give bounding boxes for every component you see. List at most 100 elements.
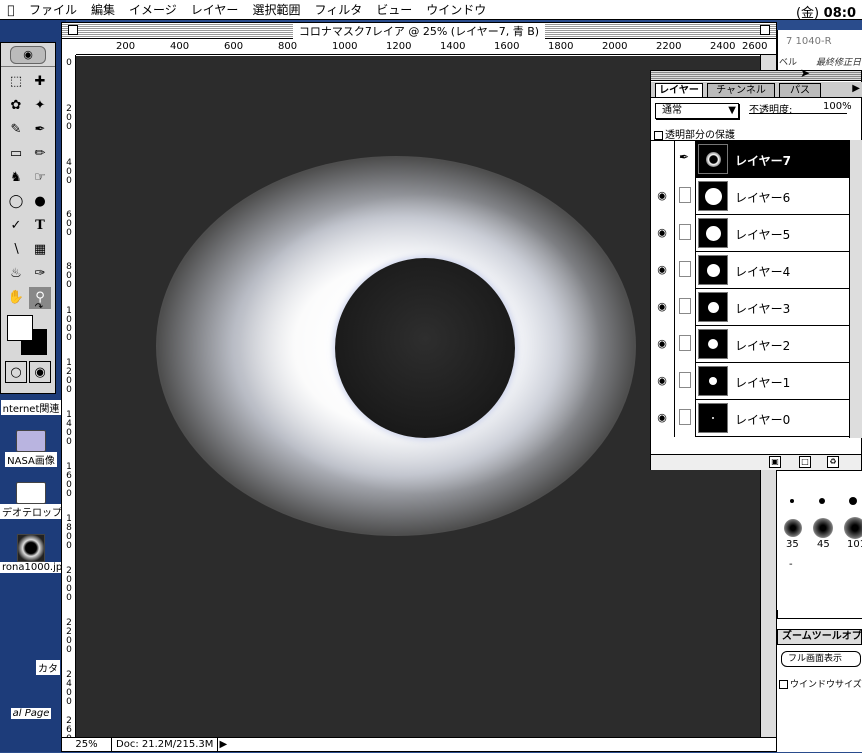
pencil-tool-icon[interactable]: ✏ bbox=[29, 143, 51, 165]
layer-row[interactable]: ◉ レイヤー2 bbox=[651, 326, 849, 363]
desktop-icon-internet[interactable]: nternet関連 bbox=[0, 400, 62, 418]
eye-icon[interactable]: ◉ bbox=[655, 374, 669, 387]
trash-icon[interactable]: ♻ bbox=[827, 456, 839, 468]
zoom-box-icon[interactable] bbox=[760, 25, 770, 35]
toolbox-header[interactable]: ◉ bbox=[1, 43, 55, 67]
smudge-tool-icon[interactable]: ☞ bbox=[29, 167, 51, 189]
brush-soft-45[interactable] bbox=[813, 518, 833, 538]
zoom-options-tab[interactable]: ズームツールオプ bbox=[777, 629, 862, 645]
layer-visibility-cell[interactable]: ◉ bbox=[651, 178, 675, 215]
resize-windows-checkbox[interactable]: ウインドウサイズ bbox=[779, 677, 862, 690]
menu-view[interactable]: ビュー bbox=[369, 1, 419, 18]
hand-tool-icon[interactable]: ✋ bbox=[5, 287, 27, 309]
eye-icon[interactable]: ◉ bbox=[655, 263, 669, 276]
eye-icon[interactable]: ◉ bbox=[655, 411, 669, 424]
standard-mode-icon[interactable]: ○ bbox=[5, 361, 27, 383]
brush-soft-35[interactable] bbox=[784, 519, 802, 537]
menu-edit[interactable]: 編集 bbox=[84, 1, 122, 18]
stamp-tool-icon[interactable]: ♞ bbox=[5, 167, 27, 189]
eye-icon[interactable]: ◉ bbox=[655, 152, 669, 165]
brush-small[interactable] bbox=[819, 498, 825, 504]
swap-colors-icon[interactable]: ↷ bbox=[31, 301, 47, 315]
new-layer-icon[interactable]: □ bbox=[799, 456, 811, 468]
gradient-tool-icon[interactable]: ▦ bbox=[29, 239, 51, 261]
close-box-icon[interactable] bbox=[68, 25, 78, 35]
type-tool-icon[interactable]: T bbox=[29, 215, 51, 237]
layer-row[interactable]: ◉ レイヤー4 bbox=[651, 252, 849, 289]
layer-row[interactable]: ◉ ✒ レイヤー7 bbox=[651, 141, 849, 178]
tab-channels[interactable]: チャンネル bbox=[707, 83, 775, 97]
pen-tool-icon[interactable]: ✓ bbox=[5, 215, 27, 237]
foreground-color-swatch[interactable] bbox=[7, 315, 33, 341]
layers-scrollbar[interactable] bbox=[849, 140, 862, 438]
layer-edit-cell[interactable] bbox=[675, 363, 696, 400]
blur-tool-icon[interactable]: ◯ bbox=[5, 191, 27, 213]
layer-visibility-cell[interactable]: ◉ bbox=[651, 363, 675, 400]
layer-visibility-cell[interactable]: ◉ bbox=[651, 326, 675, 363]
zoom-level[interactable]: 25% bbox=[62, 738, 112, 751]
layer-visibility-cell[interactable]: ◉ bbox=[651, 289, 675, 326]
paint-bucket-tool-icon[interactable]: ♨ bbox=[5, 263, 27, 285]
layer-row[interactable]: ◉ レイヤー0 bbox=[651, 400, 849, 437]
eye-icon[interactable]: ◉ bbox=[655, 300, 669, 313]
layer-visibility-cell[interactable]: ◉ bbox=[651, 215, 675, 252]
menu-window[interactable]: ウインドウ bbox=[419, 1, 493, 18]
layer-visibility-cell[interactable]: ◉ bbox=[651, 252, 675, 289]
eyedropper-tool-icon[interactable]: ✑ bbox=[29, 263, 51, 285]
menu-select[interactable]: 選択範囲 bbox=[245, 1, 307, 18]
airbrush-tool-icon[interactable]: ✎ bbox=[5, 119, 27, 141]
document-title-bar[interactable]: コロナマスク7レイア @ 25% (レイヤー7, 青 B) bbox=[62, 22, 776, 39]
desktop-icon-video[interactable]: デオテロップ bbox=[0, 482, 62, 522]
layer-visibility-cell[interactable]: ◉ bbox=[651, 400, 675, 437]
layer-visibility-cell[interactable]: ◉ bbox=[651, 141, 675, 178]
eye-icon[interactable]: ◉ bbox=[655, 337, 669, 350]
full-screen-button[interactable]: フル画面表示 bbox=[781, 651, 861, 667]
line-tool-icon[interactable]: ∖ bbox=[5, 239, 27, 261]
layer-edit-cell[interactable]: ✒ bbox=[675, 141, 696, 178]
tab-layers[interactable]: レイヤー bbox=[655, 83, 703, 97]
layer-edit-cell[interactable] bbox=[675, 215, 696, 252]
menu-filter[interactable]: フィルタ bbox=[307, 1, 369, 18]
checkbox-icon[interactable] bbox=[779, 680, 788, 689]
desktop-icon-page[interactable]: al Page bbox=[0, 708, 62, 722]
layer-row[interactable]: ◉ レイヤー5 bbox=[651, 215, 849, 252]
tab-paths[interactable]: パス bbox=[779, 83, 821, 97]
menu-clock[interactable]: (金) 08:0 bbox=[796, 2, 856, 21]
menu-file[interactable]: ファイル bbox=[22, 1, 84, 18]
quick-mask-mode-icon[interactable]: ◉ bbox=[29, 361, 51, 383]
desktop-icon-kata[interactable]: カタ bbox=[34, 660, 62, 678]
screen-mode-standard-icon[interactable] bbox=[3, 385, 19, 393]
menu-image[interactable]: イメージ bbox=[122, 1, 184, 18]
paintbrush-tool-icon[interactable]: ✒ bbox=[29, 119, 51, 141]
brush-small[interactable] bbox=[790, 499, 794, 503]
layer-row[interactable]: ◉ レイヤー1 bbox=[651, 363, 849, 400]
desktop-icon-corona-jpg[interactable]: rona1000.jpg bbox=[0, 534, 62, 576]
marquee-tool-icon[interactable]: ⬚ bbox=[5, 71, 27, 93]
dodge-tool-icon[interactable]: ● bbox=[29, 191, 51, 213]
brush-soft-101[interactable] bbox=[844, 517, 862, 539]
magic-wand-tool-icon[interactable]: ✦ bbox=[29, 95, 51, 117]
layer-mask-icon[interactable]: ▣ bbox=[769, 456, 781, 468]
opacity-slider[interactable] bbox=[749, 113, 847, 119]
blend-mode-select[interactable]: 通常 ▼ bbox=[655, 103, 739, 119]
layer-row[interactable]: ◉ レイヤー6 bbox=[651, 178, 849, 215]
brush-small[interactable] bbox=[849, 497, 857, 505]
checkbox-icon[interactable] bbox=[654, 130, 663, 140]
layer-edit-cell[interactable] bbox=[675, 326, 696, 363]
layer-edit-cell[interactable] bbox=[675, 178, 696, 215]
doc-size-info[interactable]: Doc: 21.2M/215.3M bbox=[112, 738, 219, 751]
layer-edit-cell[interactable] bbox=[675, 252, 696, 289]
layer-edit-cell[interactable] bbox=[675, 400, 696, 437]
layer-row[interactable]: ◉ レイヤー3 bbox=[651, 289, 849, 326]
menu-layer[interactable]: レイヤー bbox=[184, 1, 246, 18]
lasso-tool-icon[interactable]: ✿ bbox=[5, 95, 27, 117]
apple-menu-icon[interactable]:  bbox=[0, 3, 22, 17]
opacity-value[interactable]: 100% bbox=[823, 101, 852, 112]
eye-icon[interactable]: ◉ bbox=[655, 226, 669, 239]
layers-palette-title-bar[interactable] bbox=[651, 71, 861, 81]
palette-menu-arrow-icon[interactable]: ▶ bbox=[852, 83, 860, 94]
eraser-tool-icon[interactable]: ▭ bbox=[5, 143, 27, 165]
eye-icon[interactable]: ◉ bbox=[655, 189, 669, 202]
status-menu-arrow-icon[interactable]: ▶ bbox=[218, 739, 228, 750]
layer-edit-cell[interactable] bbox=[675, 289, 696, 326]
